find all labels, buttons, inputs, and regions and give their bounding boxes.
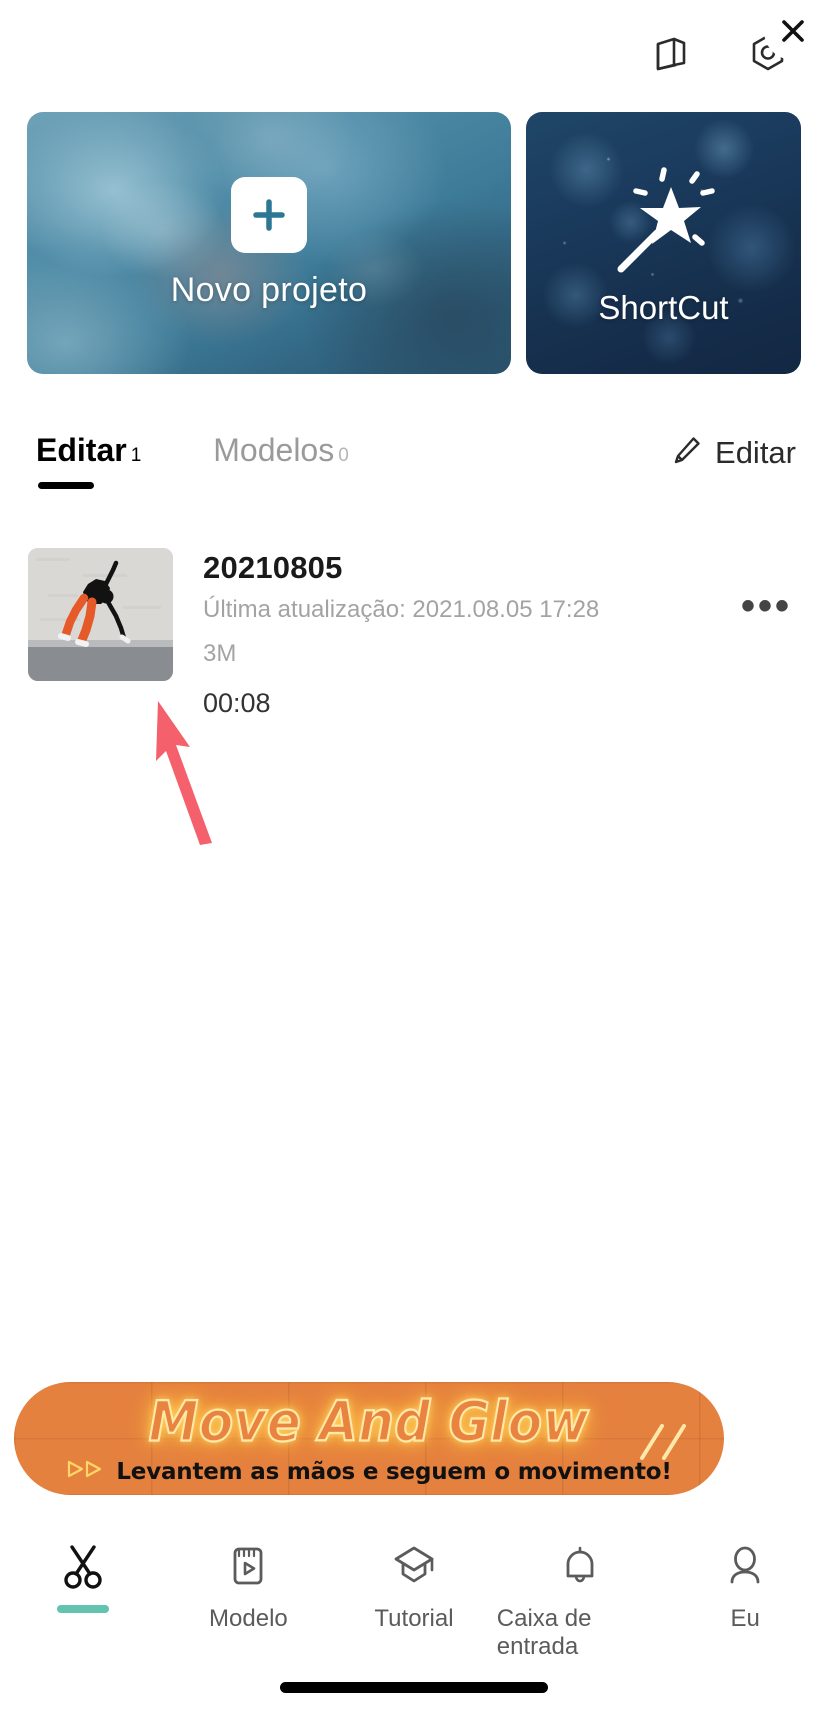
tab-editar-label: Editar <box>36 432 127 468</box>
pencil-icon <box>671 434 703 471</box>
ad-subtitle: Levantem as mãos e seguem o movimento! <box>116 1458 672 1485</box>
nav-item-inbox-label: Caixa de entrada <box>496 1605 592 1660</box>
project-size-text: 3M <box>203 640 237 667</box>
magic-wand-icon <box>599 167 729 287</box>
tab-editar[interactable]: Editar 1 <box>36 432 142 489</box>
tab-active-underline <box>38 482 94 489</box>
bell-icon <box>554 1540 606 1592</box>
home-indicator <box>280 1682 548 1693</box>
graduation-cap-icon <box>388 1540 440 1592</box>
double-triangle-icon <box>66 1459 106 1484</box>
app-header <box>0 0 828 105</box>
ad-title: Move And Glow <box>148 1388 590 1454</box>
project-title: 20210805 <box>203 550 343 585</box>
person-icon <box>719 1540 771 1592</box>
tabs-bar: Editar 1 Modelos 0 Editar <box>0 432 828 494</box>
edit-projects-label: Editar <box>715 434 796 470</box>
tab-editar-count: 1 <box>130 445 142 466</box>
shortcut-label: ShortCut <box>598 289 729 326</box>
tab-modelos[interactable]: Modelos 0 <box>213 432 349 469</box>
nav-active-indicator <box>56 1605 109 1613</box>
book-icon[interactable] <box>646 29 694 77</box>
ad-banner[interactable]: Move And Glow Levantem as mãos e seguem … <box>14 1382 724 1495</box>
shortcut-card[interactable]: ShortCut <box>526 112 801 374</box>
tab-modelos-count: 0 <box>338 445 349 466</box>
nav-item-modelo[interactable]: Modelo <box>166 1532 332 1633</box>
scissors-icon <box>57 1540 109 1592</box>
project-updated-text: Última atualização: 2021.08.05 17:28 <box>203 596 600 623</box>
tab-modelos-label: Modelos <box>213 432 335 468</box>
project-duration-text: 00:08 <box>203 688 271 718</box>
new-project-card[interactable]: Novo projeto <box>27 112 511 374</box>
ad-close-button[interactable] <box>764 2 822 60</box>
new-project-label: Novo projeto <box>170 270 368 309</box>
bottom-navigation: Modelo Tutorial Caixa de entrada Eu <box>0 1532 828 1664</box>
ad-glow-streaks-icon <box>634 1418 696 1469</box>
top-cards: Novo projeto ShortCut <box>27 112 801 374</box>
nav-item-me[interactable]: Eu <box>662 1532 828 1633</box>
edit-projects-button[interactable]: Editar <box>671 434 796 471</box>
project-list-item[interactable]: 20210805 Última atualização: 2021.08.05 … <box>0 548 828 718</box>
nav-item-inbox[interactable]: Caixa de entrada <box>497 1532 663 1661</box>
nav-item-edit[interactable] <box>0 1532 166 1613</box>
project-thumbnail[interactable] <box>28 548 173 681</box>
nav-item-tutorial[interactable]: Tutorial <box>331 1532 497 1633</box>
nav-item-modelo-label: Modelo <box>209 1605 288 1632</box>
template-video-icon <box>222 1540 274 1592</box>
nav-item-tutorial-label: Tutorial <box>374 1605 454 1632</box>
plus-icon <box>231 176 307 253</box>
nav-item-me-label: Eu <box>730 1605 760 1632</box>
project-more-button[interactable]: ••• <box>741 586 792 626</box>
